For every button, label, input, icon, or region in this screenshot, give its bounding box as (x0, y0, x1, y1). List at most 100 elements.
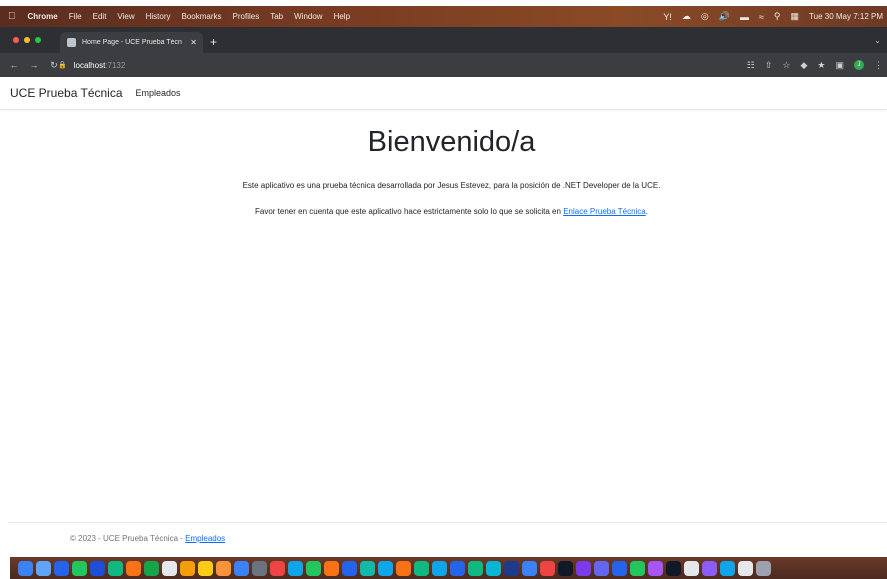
macos-menu-bar:  Chrome File Edit View History Bookmark… (0, 6, 887, 27)
footer-copyright: © 2023 - UCE Prueba Técnica - Empleados (70, 534, 225, 543)
wifi-icon[interactable]: ≈ (759, 12, 764, 22)
dock-app-icon[interactable] (630, 560, 645, 576)
dock-app-icon[interactable] (540, 560, 555, 576)
profile-avatar[interactable]: J (854, 60, 864, 70)
bookmark-star-icon[interactable]: ☆ (782, 60, 790, 71)
dock-app-icon[interactable] (558, 560, 573, 576)
footer-text: © 2023 - UCE Prueba Técnica - (70, 534, 186, 543)
browser-tab-active[interactable]: Home Page - UCE Prueba Técn ✕ (60, 32, 203, 53)
dock-app-icon[interactable] (198, 560, 213, 576)
dock-app-icon[interactable] (216, 560, 231, 576)
menu-app-name[interactable]: Chrome (28, 12, 58, 21)
apple-menu-icon[interactable]:  (8, 11, 16, 22)
forward-button[interactable]: → (28, 60, 40, 70)
dock-app-icon[interactable] (72, 560, 87, 576)
tab-title: Home Page - UCE Prueba Técn (82, 39, 182, 46)
dock-app-icon[interactable] (594, 560, 609, 576)
favicon-icon (67, 38, 76, 47)
back-button[interactable]: ← (8, 60, 20, 70)
menu-profiles[interactable]: Profiles (233, 12, 260, 21)
dock-app-icon[interactable] (342, 560, 357, 576)
page-title: Bienvenido/a (367, 126, 536, 158)
site-navbar: UCE Prueba Técnica Empleados (0, 77, 887, 110)
menu-bookmarks[interactable]: Bookmarks (182, 12, 222, 21)
new-tab-button[interactable]: + (210, 35, 217, 49)
site-footer: © 2023 - UCE Prueba Técnica - Empleados (8, 522, 887, 554)
dock-app-icon[interactable] (18, 560, 33, 576)
close-window-button[interactable] (13, 37, 19, 43)
browser-menu-icon[interactable]: ⋮ (874, 60, 883, 71)
browser-toolbar: ← → ↻ 🔒 localhost :7132 ☷ ⇧ ☆ ◆ ★ ▣ J ⋮ (0, 53, 887, 77)
control-center-icon[interactable]: ▦ (791, 11, 800, 22)
dock-app-icon[interactable] (756, 560, 771, 576)
site-brand[interactable]: UCE Prueba Técnica (10, 86, 123, 100)
dock-app-icon[interactable] (252, 560, 267, 576)
menu-history[interactable]: History (146, 12, 171, 21)
dock-app-icon[interactable] (360, 560, 375, 576)
dock-app-icon[interactable] (54, 560, 69, 576)
dock-app-icon[interactable] (684, 560, 699, 576)
menu-window[interactable]: Window (294, 12, 322, 21)
dock-app-icon[interactable] (234, 560, 249, 576)
address-bar[interactable]: 🔒 localhost :7132 (58, 57, 458, 73)
cloud-icon[interactable]: ☁ (682, 11, 691, 22)
dock-app-icon[interactable] (576, 560, 591, 576)
footer-empleados-link[interactable]: Empleados (185, 534, 225, 543)
browser-tools: ☷ ⇧ ☆ ◆ ★ ▣ J ⋮ (737, 53, 883, 77)
focus-icon[interactable]: ◎ (701, 11, 709, 22)
network-activity-icon[interactable]: Y! (663, 12, 672, 22)
zoom-window-button[interactable] (35, 37, 41, 43)
menu-edit[interactable]: Edit (93, 12, 107, 21)
extensions-puzzle-icon[interactable]: ★ (817, 60, 825, 71)
dock-app-icon[interactable] (288, 560, 303, 576)
dock-app-icon[interactable] (648, 560, 663, 576)
menu-help[interactable]: Help (334, 12, 350, 21)
dock-app-icon[interactable] (306, 560, 321, 576)
menu-status-area: Y! ☁ ◎ 🔊 ▬ ≈ ⚲ ▦ Tue 30 May 7:12 PM (653, 6, 883, 27)
dock-app-icon[interactable] (36, 560, 51, 576)
dock-app-icon[interactable] (612, 560, 627, 576)
dock-app-icon[interactable] (90, 560, 105, 576)
window-controls (13, 37, 46, 43)
battery-icon[interactable]: ▬ (740, 12, 749, 22)
url-host: localhost (73, 60, 106, 70)
dock-app-icon[interactable] (162, 560, 177, 576)
spotlight-icon[interactable]: ⚲ (774, 11, 781, 22)
lock-icon[interactable]: 🔒 (58, 61, 67, 69)
dock-app-icon[interactable] (270, 560, 285, 576)
notice-paragraph: Favor tener en cuenta que este aplicativ… (0, 207, 887, 216)
dock-app-icon[interactable] (108, 560, 123, 576)
dock-app-icon[interactable] (378, 560, 393, 576)
dock-app-icon[interactable] (396, 560, 411, 576)
dock-app-icon[interactable] (144, 560, 159, 576)
menu-file[interactable]: File (69, 12, 82, 21)
dock-app-icon[interactable] (450, 560, 465, 576)
dock-app-icon[interactable] (126, 560, 141, 576)
menu-clock[interactable]: Tue 30 May 7:12 PM (809, 12, 883, 21)
prueba-tecnica-link[interactable]: Enlace Prueba Técnica (563, 207, 646, 216)
dock-app-icon[interactable] (666, 560, 681, 576)
dock-app-icon[interactable] (522, 560, 537, 576)
dock-app-icon[interactable] (324, 560, 339, 576)
volume-icon[interactable]: 🔊 (719, 11, 730, 22)
side-panel-icon[interactable]: ▣ (835, 60, 844, 71)
dock-app-icon[interactable] (180, 560, 195, 576)
dock-app-icon[interactable] (702, 560, 717, 576)
nav-link-empleados[interactable]: Empleados (136, 88, 181, 98)
close-tab-icon[interactable]: ✕ (190, 38, 197, 47)
tab-search-chevron-icon[interactable]: ⌄ (874, 36, 881, 45)
dock-app-icon[interactable] (486, 560, 501, 576)
dock-app-icon[interactable] (414, 560, 429, 576)
dock-app-icon[interactable] (468, 560, 483, 576)
translate-icon[interactable]: ☷ (747, 60, 755, 71)
dock-app-icon[interactable] (432, 560, 447, 576)
share-icon[interactable]: ⇧ (765, 60, 773, 71)
minimize-window-button[interactable] (24, 37, 30, 43)
menu-view[interactable]: View (117, 12, 134, 21)
dock-app-icon[interactable] (738, 560, 753, 576)
dock-app-icon[interactable] (720, 560, 735, 576)
notice-period: . (645, 207, 648, 216)
menu-tab[interactable]: Tab (270, 12, 283, 21)
extension-icon[interactable]: ◆ (800, 60, 807, 71)
dock-app-icon[interactable] (504, 560, 519, 576)
